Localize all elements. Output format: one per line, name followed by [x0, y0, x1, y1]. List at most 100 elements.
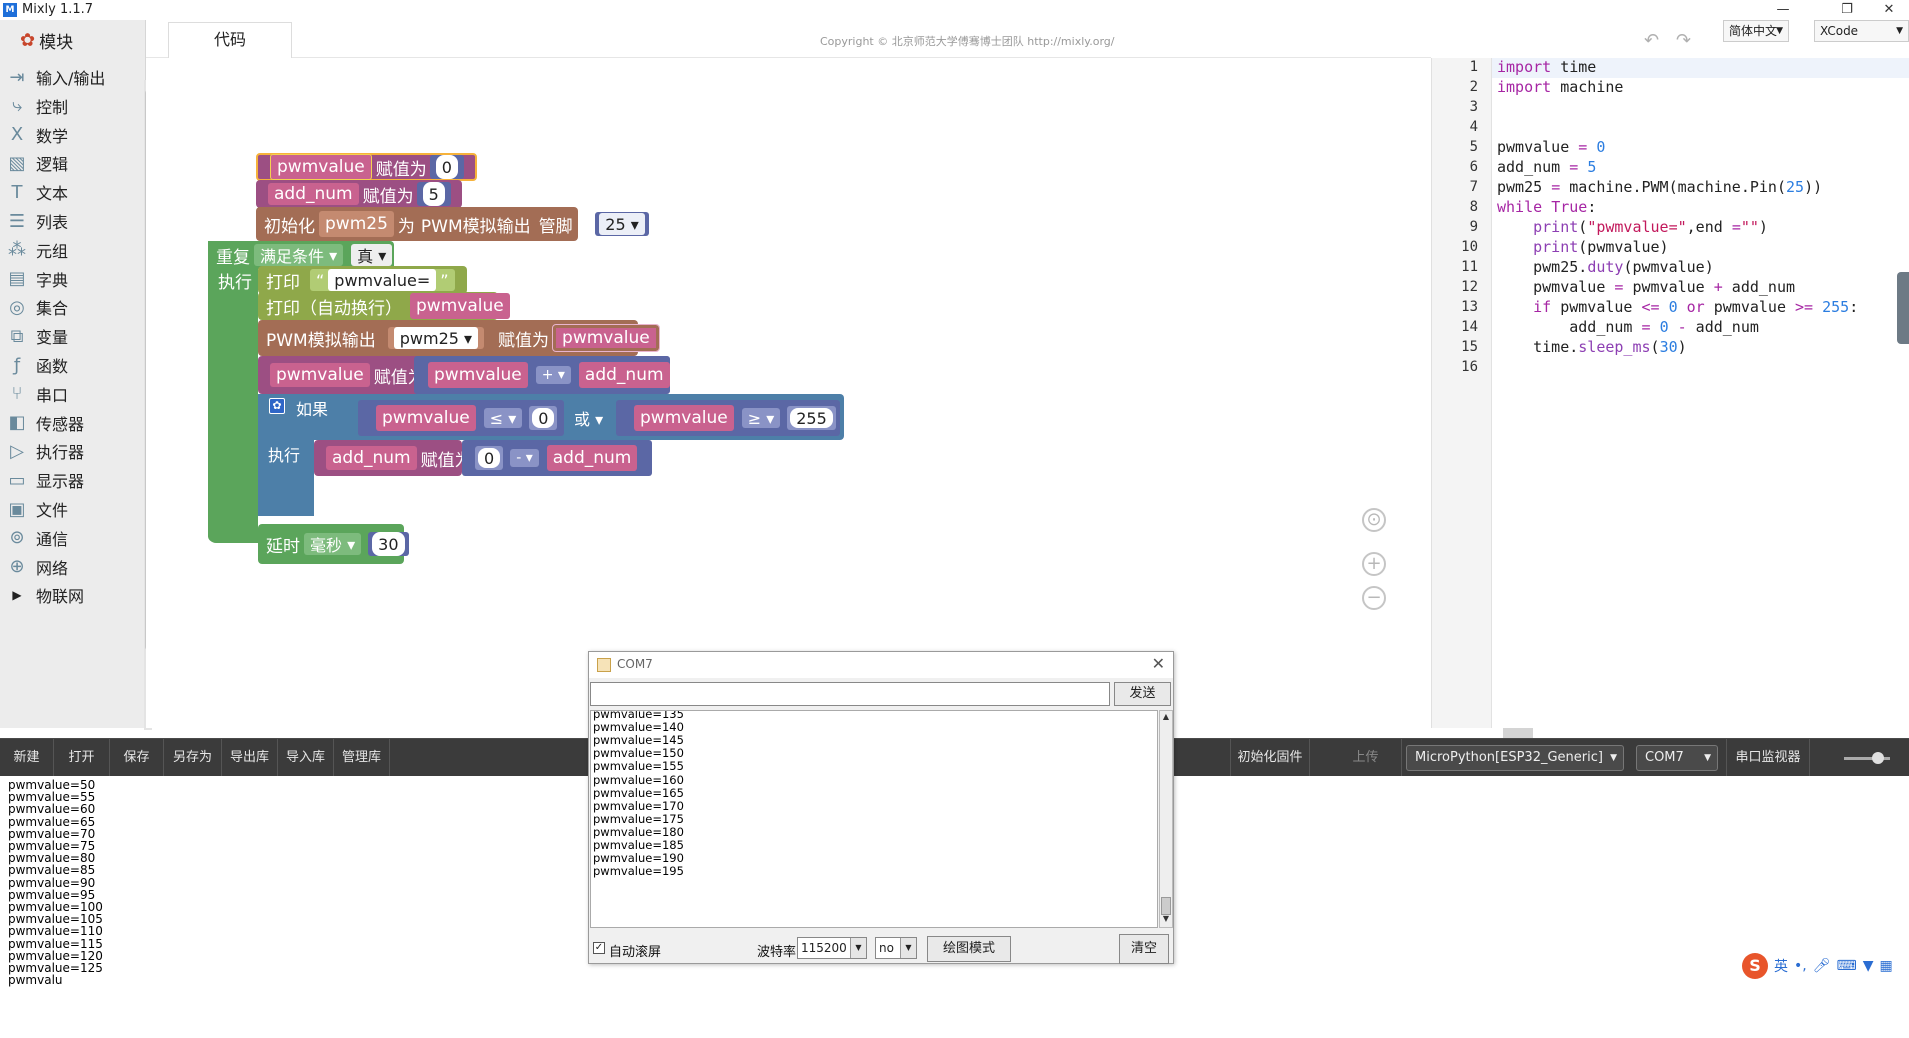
punctuation-icon[interactable]: •, [1794, 958, 1807, 974]
variable-slot[interactable]: pwmvalue [270, 154, 372, 180]
arithmetic-block[interactable]: pwmvalue + ▾ add_num [414, 356, 670, 394]
block-workspace[interactable]: pwmvalue 赋值为 0 add_num 赋值为 5 初始化 pwm25 为… [146, 58, 1573, 788]
code-line[interactable]: pwm25.duty(pwmvalue) [1497, 258, 1714, 276]
new-button[interactable]: 新建 [0, 739, 54, 777]
print-block[interactable]: 打印 “ pwmvalue= ” [258, 266, 467, 294]
pin-select[interactable]: 25 ▾ [595, 212, 649, 236]
number-field[interactable]: 0 [532, 408, 555, 428]
collapse-panel-tab[interactable] [1897, 272, 1909, 344]
number-field[interactable]: 255 [790, 408, 833, 428]
language-select[interactable]: 简体中文 ▼ [1723, 20, 1789, 42]
scroll-up-icon[interactable]: ▲ [1160, 712, 1172, 724]
delay-unit-select[interactable]: 毫秒 ▾ [304, 533, 362, 555]
ime-lang-toggle[interactable]: 英 [1774, 956, 1788, 976]
arithmetic-block[interactable]: 0 - ▾ add_num [462, 440, 652, 476]
variable-slot[interactable]: add_num [268, 183, 359, 205]
code-line[interactable]: while True: [1497, 198, 1596, 216]
clear-button[interactable]: 清空 [1119, 934, 1169, 964]
upload-button[interactable]: 上传 [1330, 739, 1402, 777]
variable-slot[interactable]: add_num [546, 445, 638, 471]
variable-slot[interactable]: pwmvalue [552, 324, 660, 352]
parity-select[interactable]: no ▼ [875, 937, 917, 959]
sidebar-item-iot[interactable]: ▶ 物联网 [0, 578, 140, 612]
serial-send-input[interactable] [590, 682, 1110, 706]
scroll-down-icon[interactable]: ▼ [1160, 914, 1172, 926]
compare-operator-select[interactable]: ≤ ▾ [483, 408, 523, 428]
save-as-button[interactable]: 另存为 [164, 739, 222, 777]
scroll-thumb[interactable] [1161, 897, 1171, 915]
sogou-icon[interactable]: S [1742, 953, 1768, 979]
string-slot[interactable]: “ pwmvalue= ” [310, 269, 455, 291]
auto-scroll-checkbox[interactable]: ✓ [593, 942, 605, 954]
assign-block[interactable]: pwmvalue 赋值为 pwmvalue + ▾ add_num [258, 356, 670, 394]
print-newline-block[interactable]: 打印（自动换行） pwmvalue [258, 292, 510, 320]
compare-operator-select[interactable]: ≥ ▾ [741, 408, 781, 428]
zoom-in-icon[interactable]: + [1362, 552, 1386, 576]
variable-slot[interactable]: pwmvalue [428, 362, 528, 388]
compare-block[interactable]: pwmvalue ≤ ▾ 0 [358, 400, 564, 436]
undo-icon[interactable]: ↶ [1644, 30, 1659, 51]
assign-block[interactable]: pwmvalue 赋值为 0 [256, 153, 477, 181]
send-button[interactable]: 发送 [1114, 682, 1171, 706]
code-line[interactable]: import machine [1497, 78, 1623, 96]
recenter-icon[interactable]: ⊙ [1362, 508, 1386, 532]
close-icon[interactable]: ✕ [1152, 654, 1165, 673]
or-select[interactable]: 或 ▾ [574, 406, 603, 430]
code-line[interactable]: pwmvalue = pwmvalue + add_num [1497, 278, 1795, 296]
code-line[interactable]: if pwmvalue <= 0 or pwmvalue >= 255: [1497, 298, 1858, 316]
pwm-init-block[interactable]: 初始化 pwm25 为 PWM模拟输出 管脚 # 25 ▾ [256, 207, 649, 241]
code-line[interactable]: time.sleep_ms(30) [1497, 338, 1687, 356]
save-button[interactable]: 保存 [110, 739, 164, 777]
minimize-button[interactable]: — [1763, 0, 1803, 20]
operator-select[interactable]: + ▾ [535, 366, 571, 384]
redo-icon[interactable]: ↷ [1676, 30, 1691, 51]
skin-icon[interactable]: ▼ [1863, 958, 1874, 974]
code-line[interactable]: print(pwmvalue) [1497, 238, 1668, 256]
close-button[interactable]: ✕ [1869, 0, 1909, 20]
assign-block[interactable]: add_num 赋值为 [314, 440, 472, 476]
serial-output-scrollbar[interactable]: ▲ ▼ [1159, 710, 1173, 928]
baud-select[interactable]: 115200 ▼ [797, 937, 867, 959]
variable-slot[interactable]: add_num [326, 446, 417, 470]
board-select[interactable]: MicroPython[ESP32_Generic] ▼ [1406, 745, 1624, 771]
code-line[interactable]: add_num = 0 - add_num [1497, 318, 1759, 336]
operator-select[interactable]: - ▾ [510, 449, 539, 467]
assign-block[interactable]: add_num 赋值为 5 [256, 180, 462, 208]
pwm-output-block[interactable]: PWM模拟输出 pwm25 ▾ 赋值为 pwmvalue [258, 320, 660, 356]
gear-icon[interactable]: ✿ [269, 398, 285, 414]
slider-knob[interactable] [1872, 752, 1884, 764]
manage-lib-button[interactable]: 管理库 [334, 739, 390, 777]
variable-slot[interactable]: add_num [578, 362, 670, 388]
number-field[interactable]: 5 [422, 182, 445, 206]
microphone-icon[interactable]: 🎤︎ [1813, 958, 1831, 974]
export-lib-button[interactable]: 导出库 [222, 739, 278, 777]
open-button[interactable]: 打开 [54, 739, 110, 777]
variable-slot[interactable]: pwmvalue [634, 405, 734, 431]
delay-block[interactable]: 延时 毫秒 ▾ 30 [258, 524, 409, 564]
tab-code[interactable]: 代码 [168, 22, 292, 58]
restore-button[interactable]: ❐ [1827, 0, 1867, 20]
serial-monitor-button[interactable]: 串口监视器 [1726, 739, 1810, 777]
code-line[interactable]: add_num = 5 [1497, 158, 1596, 176]
zoom-out-icon[interactable]: − [1362, 586, 1386, 610]
theme-select[interactable]: XCode ▼ [1814, 20, 1909, 42]
pwm-var-select[interactable]: pwm25 ▾ [387, 327, 485, 349]
code-line[interactable]: import time [1497, 58, 1596, 76]
keyboard-icon[interactable]: ⌨ [1837, 958, 1857, 974]
variable-slot[interactable]: pwm25 [319, 211, 394, 237]
code-line[interactable]: print("pwmvalue=",end ="") [1497, 218, 1768, 236]
condition-select[interactable]: 真 ▾ [351, 244, 393, 266]
repeat-mode-select[interactable]: 满足条件 ▾ [254, 244, 344, 266]
variable-slot[interactable]: pwmvalue [410, 293, 510, 319]
serial-output[interactable]: pwmvalue=135 pwmvalue=140 pwmvalue=145 pwmv… [590, 710, 1158, 928]
string-field[interactable]: pwmvalue= [328, 269, 437, 291]
import-lib-button[interactable]: 导入库 [278, 739, 334, 777]
zoom-slider[interactable] [1844, 752, 1890, 764]
variable-slot[interactable]: pwmvalue [376, 405, 476, 431]
number-field[interactable]: 0 [478, 448, 501, 468]
plot-mode-button[interactable]: 绘图模式 [927, 936, 1011, 962]
code-line[interactable]: pwm25 = machine.PWM(machine.Pin(25)) [1497, 178, 1822, 196]
number-field[interactable]: 0 [435, 155, 458, 179]
code-line[interactable]: pwmvalue = 0 [1497, 138, 1605, 156]
init-firmware-button[interactable]: 初始化固件 [1230, 739, 1310, 777]
